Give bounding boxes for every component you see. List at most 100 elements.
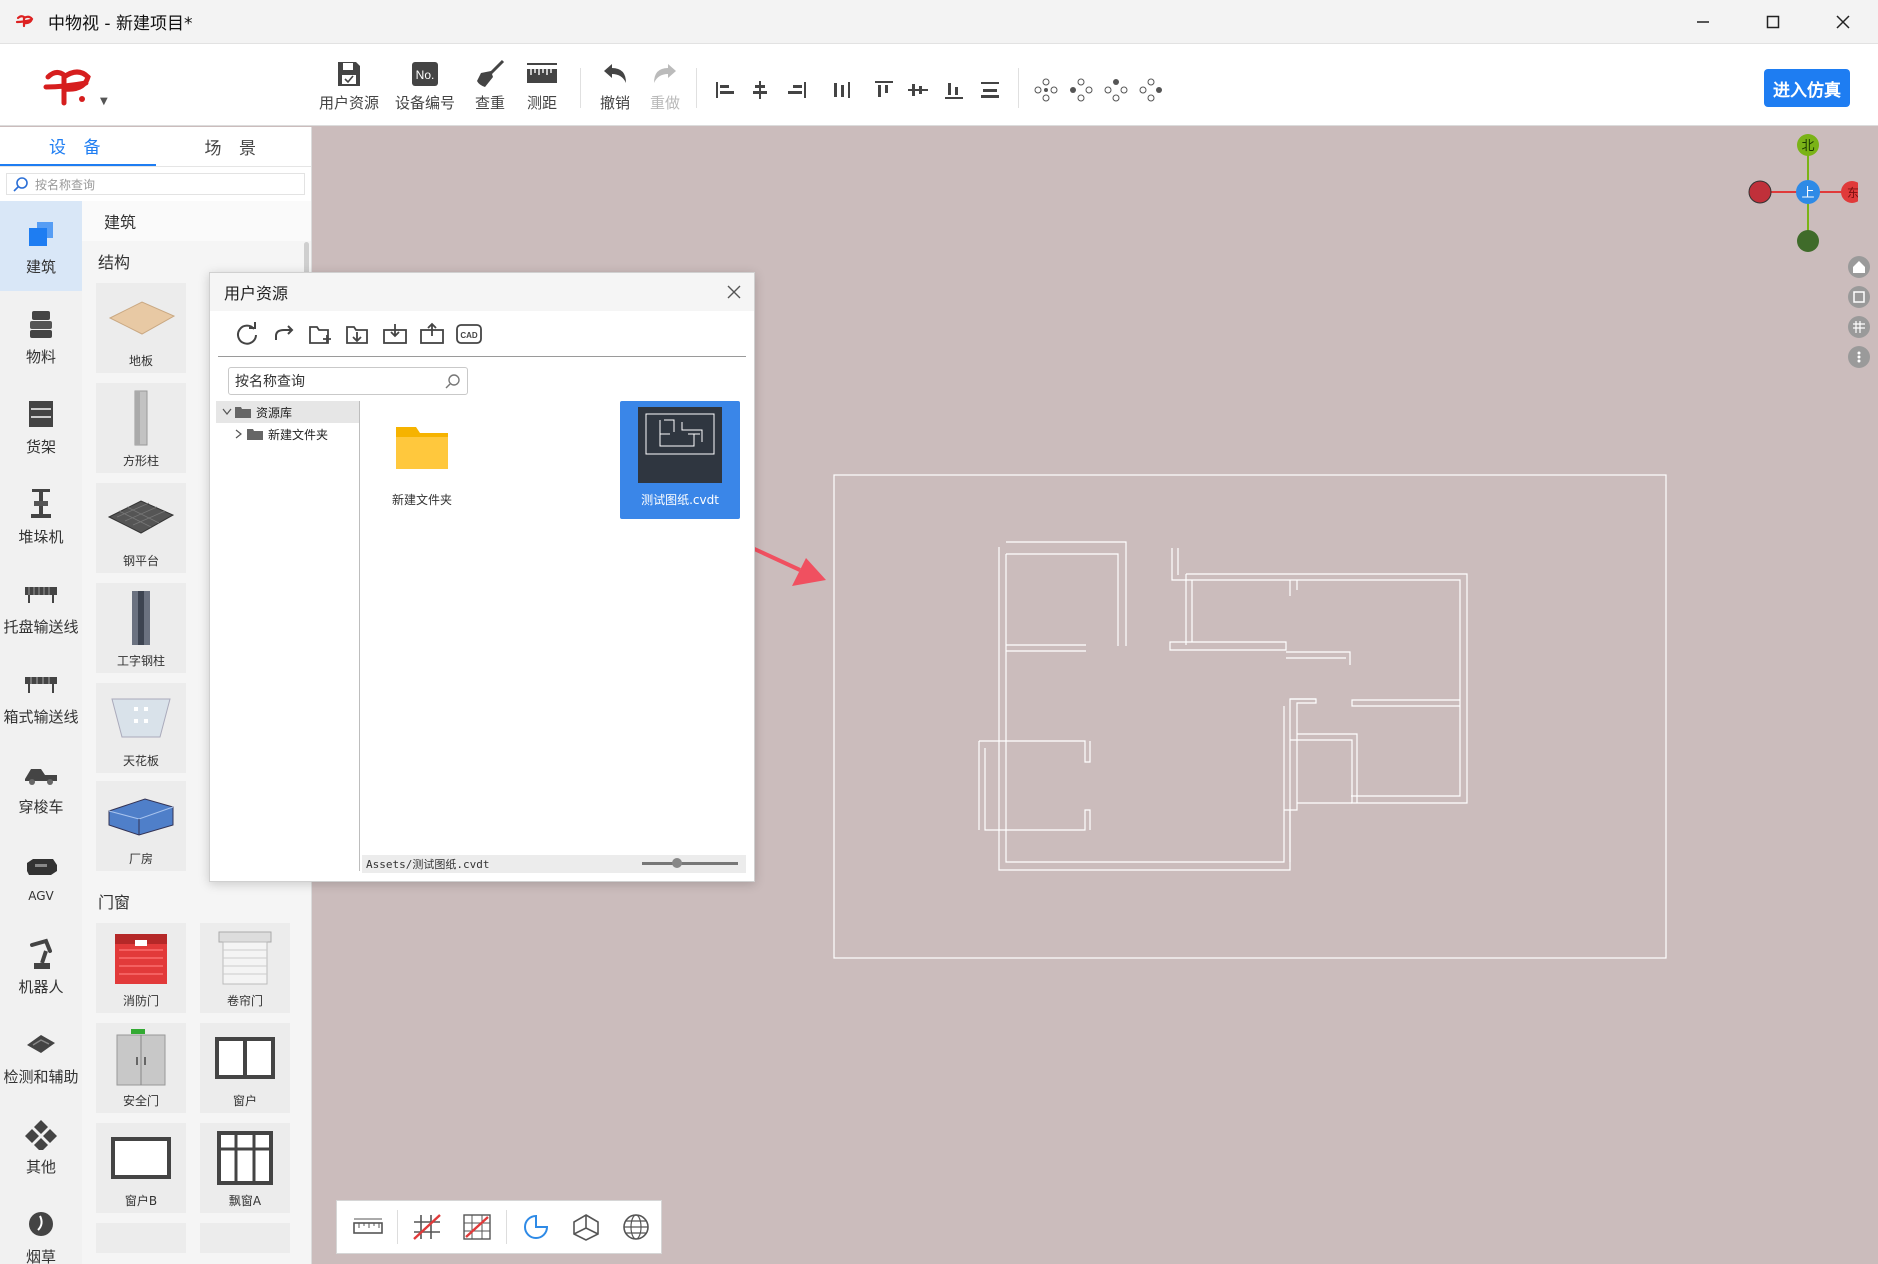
- item-window[interactable]: 窗户: [200, 1023, 290, 1113]
- item-floor[interactable]: 地板: [96, 283, 186, 373]
- brand-logo[interactable]: [42, 58, 122, 114]
- file-item-drawing[interactable]: 测试图纸.cvdt: [620, 401, 740, 519]
- new-folder-icon[interactable]: [302, 319, 339, 349]
- file-item-folder[interactable]: 新建文件夹: [362, 401, 482, 519]
- search-placeholder: 按名称查询: [35, 177, 96, 192]
- item-ceiling[interactable]: 天花板: [96, 683, 186, 773]
- floor-plan-lines: [978, 541, 1468, 871]
- category-shelf[interactable]: 货架: [0, 381, 82, 471]
- redo-label: 重做: [649, 94, 680, 112]
- safety-door-icon: [102, 1028, 180, 1088]
- compass-south[interactable]: [1797, 230, 1819, 252]
- device-number-button[interactable]: No. 设备编号: [390, 58, 460, 113]
- item-rolling-shutter[interactable]: 卷帘门: [200, 923, 290, 1013]
- distribute-horizontal-icon[interactable]: [828, 76, 856, 104]
- align-left-icon[interactable]: [712, 76, 740, 104]
- grid-snap-off-icon[interactable]: [402, 1207, 452, 1247]
- measure-button[interactable]: 测距: [507, 58, 577, 113]
- export-box-icon[interactable]: [413, 319, 450, 349]
- category-other[interactable]: 其他: [0, 1101, 82, 1191]
- arrange-icon-2[interactable]: [1067, 76, 1095, 104]
- maximize-icon[interactable]: [1738, 0, 1808, 44]
- item-square-column[interactable]: 方形柱: [96, 383, 186, 473]
- forward-icon[interactable]: [265, 319, 302, 349]
- chevron-down-icon[interactable]: [220, 408, 234, 416]
- tree-item-new-folder[interactable]: 新建文件夹: [216, 423, 359, 445]
- arrange-icon-4[interactable]: [1137, 76, 1165, 104]
- slider-handle[interactable]: [672, 858, 682, 868]
- toolbar-divider: [506, 1210, 507, 1244]
- category-pallet-conveyor[interactable]: 托盘输送线: [0, 561, 82, 651]
- import-folder-icon[interactable]: [339, 319, 376, 349]
- enter-simulation-button[interactable]: 进入仿真: [1764, 69, 1850, 107]
- item-steel-platform[interactable]: 钢平台: [96, 483, 186, 573]
- refresh-icon[interactable]: [228, 319, 265, 349]
- chevron-right-icon[interactable]: [232, 429, 246, 439]
- user-resources-button[interactable]: 用户资源: [314, 58, 384, 113]
- category-inspection[interactable]: 检测和辅助: [0, 1011, 82, 1101]
- distribute-vertical-icon[interactable]: [976, 76, 1004, 104]
- category-label: 检测和辅助: [3, 1067, 79, 1086]
- grid-display-off-icon[interactable]: [452, 1207, 502, 1247]
- brand-dropdown-icon[interactable]: ▼: [100, 96, 108, 107]
- align-right-icon[interactable]: [782, 76, 810, 104]
- item-label: 工字钢柱: [116, 654, 165, 668]
- home-view-icon[interactable]: [1848, 256, 1870, 278]
- item-fire-door[interactable]: 消防门: [96, 923, 186, 1013]
- align-center-horizontal-icon[interactable]: [746, 76, 774, 104]
- close-icon[interactable]: [724, 282, 744, 302]
- undo-icon: [598, 58, 632, 90]
- item-factory[interactable]: 厂房: [96, 781, 186, 871]
- globe-view-icon[interactable]: [611, 1207, 661, 1247]
- close-icon[interactable]: [1808, 0, 1878, 44]
- item-partial[interactable]: [200, 1223, 290, 1253]
- align-top-icon[interactable]: [870, 76, 898, 104]
- item-window-b[interactable]: 窗户B: [96, 1123, 186, 1213]
- app-logo-icon: [14, 11, 36, 33]
- more-options-icon[interactable]: [1848, 346, 1870, 368]
- category-material[interactable]: 物料: [0, 291, 82, 381]
- category-agv[interactable]: AGV: [0, 831, 82, 921]
- grid-toggle-icon[interactable]: [1848, 316, 1870, 338]
- ruler-measure-icon[interactable]: [343, 1207, 393, 1247]
- minimize-icon[interactable]: [1668, 0, 1738, 44]
- tab-devices[interactable]: 设 备: [0, 127, 156, 166]
- arrange-icon-3[interactable]: [1102, 76, 1130, 104]
- compass-west[interactable]: [1748, 180, 1772, 204]
- item-partial[interactable]: [96, 1223, 186, 1253]
- view-compass[interactable]: 北 东 上: [1748, 134, 1863, 254]
- perspective-view-icon[interactable]: [561, 1207, 611, 1247]
- device-search-input[interactable]: 按名称查询: [6, 173, 305, 195]
- device-number-label: 设备编号: [394, 94, 455, 112]
- undo-label: 撤销: [599, 94, 630, 112]
- import-box-icon[interactable]: [376, 319, 413, 349]
- thumbnail-size-slider[interactable]: [642, 858, 738, 868]
- category-label: 托盘输送线: [3, 617, 79, 636]
- align-middle-icon[interactable]: [904, 76, 932, 104]
- check-overlap-label: 查重: [474, 94, 505, 112]
- resource-search-input[interactable]: 按名称查询: [228, 367, 468, 395]
- import-cad-icon[interactable]: CAD: [450, 319, 487, 349]
- view-side-tools: [1848, 256, 1872, 376]
- tree-item-library[interactable]: 资源库: [216, 401, 359, 423]
- category-shuttle[interactable]: 穿梭车: [0, 741, 82, 831]
- item-bay-window-a[interactable]: 飘窗A: [200, 1123, 290, 1213]
- category-label: 堆垛机: [18, 527, 64, 546]
- compass-up-label: 上: [1801, 186, 1814, 201]
- arrange-icon-1[interactable]: [1032, 76, 1060, 104]
- rotate-view-icon[interactable]: [511, 1207, 561, 1247]
- category-box-conveyor[interactable]: 箱式输送线: [0, 651, 82, 741]
- redo-button[interactable]: 重做: [630, 58, 700, 113]
- tab-scenes[interactable]: 场 景: [156, 127, 312, 166]
- item-safety-door[interactable]: 安全门: [96, 1023, 186, 1113]
- item-i-beam-column[interactable]: 工字钢柱: [96, 583, 186, 673]
- category-robot[interactable]: 机器人: [0, 921, 82, 1011]
- category-stacker[interactable]: 堆垛机: [0, 471, 82, 561]
- align-bottom-icon[interactable]: [940, 76, 968, 104]
- inspection-device-icon: [22, 1026, 60, 1062]
- category-tobacco[interactable]: 烟草: [0, 1191, 82, 1264]
- bottom-view-toolbar: [336, 1200, 662, 1254]
- fit-view-icon[interactable]: [1848, 286, 1870, 308]
- category-label: 烟草: [25, 1247, 56, 1264]
- category-building[interactable]: 建筑: [0, 201, 82, 291]
